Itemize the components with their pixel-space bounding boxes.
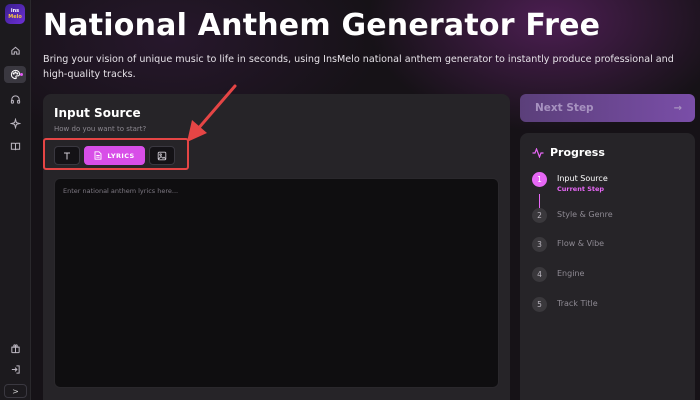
progress-panel: Progress 1 Input Source Current Step 2 S… <box>520 133 695 400</box>
activity-icon <box>532 147 544 158</box>
annotation-arrow <box>187 84 237 142</box>
step-number: 3 <box>532 237 547 252</box>
text-input-button[interactable] <box>54 146 80 165</box>
home-icon[interactable] <box>7 42 24 59</box>
logout-icon[interactable] <box>7 361 24 378</box>
page-description: Bring your vision of unique music to lif… <box>43 54 674 80</box>
next-step-button[interactable]: Next Step → <box>520 94 695 122</box>
progress-step-1[interactable]: 1 Input Source Current Step <box>532 172 608 193</box>
lyrics-textarea[interactable] <box>54 178 499 388</box>
step-number: 5 <box>532 297 547 312</box>
app-logo[interactable]: ins Melo <box>5 4 25 24</box>
progress-step-3[interactable]: 3 Flow & Vibe <box>532 237 604 252</box>
step-label: Input Source <box>557 174 608 183</box>
sparkle-icon[interactable] <box>7 115 24 132</box>
palette-icon[interactable] <box>4 66 26 83</box>
progress-header: Progress <box>532 146 605 159</box>
input-source-title: Input Source <box>54 106 141 120</box>
arrow-right-icon: → <box>673 102 682 114</box>
lyrics-button-label: LYRICS <box>107 151 135 160</box>
step-number: 4 <box>532 267 547 282</box>
progress-step-5[interactable]: 5 Track Title <box>532 297 598 312</box>
sidebar: ins Melo > <box>0 0 31 400</box>
step-number: 2 <box>532 208 547 223</box>
step-number: 1 <box>532 172 547 187</box>
active-dot <box>20 73 23 76</box>
step-status: Current Step <box>557 185 605 193</box>
input-source-panel: Input Source How do you want to start? L… <box>43 94 510 400</box>
step-label: Flow & Vibe <box>557 239 605 248</box>
progress-title: Progress <box>550 146 605 159</box>
lyrics-input-button[interactable]: LYRICS <box>84 146 145 165</box>
document-icon <box>94 151 102 160</box>
step-label: Style & Genre <box>557 210 613 219</box>
text-icon <box>64 152 70 159</box>
headphones-icon[interactable] <box>7 91 24 108</box>
progress-step-2[interactable]: 2 Style & Genre <box>532 208 613 223</box>
input-source-subtitle: How do you want to start? <box>54 125 147 133</box>
gift-icon[interactable] <box>7 340 24 357</box>
image-icon <box>157 151 167 160</box>
step-label: Track Title <box>557 299 598 308</box>
book-icon[interactable] <box>7 138 24 155</box>
step-label: Engine <box>557 269 585 278</box>
logo-text-bottom: Melo <box>8 14 22 20</box>
next-step-label: Next Step <box>535 102 594 114</box>
image-input-button[interactable] <box>149 146 175 165</box>
page-title: National Anthem Generator Free <box>43 8 601 43</box>
sidebar-collapse-button[interactable]: > <box>4 384 27 398</box>
progress-step-4[interactable]: 4 Engine <box>532 267 584 282</box>
